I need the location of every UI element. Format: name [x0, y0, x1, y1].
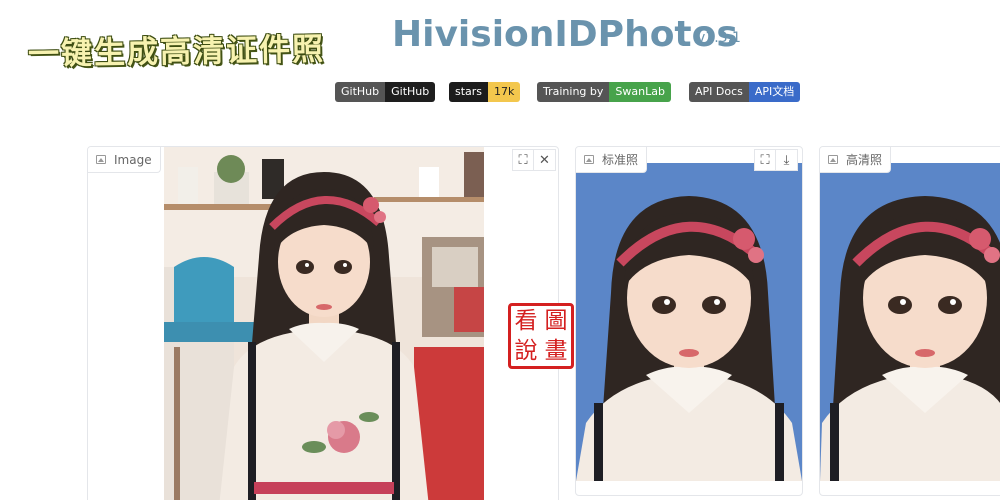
version-label: v1.3.1 [697, 30, 741, 46]
stars-badge[interactable]: stars 17k [449, 82, 521, 102]
seal-char: 說 [514, 337, 538, 364]
standard-photo [576, 163, 802, 481]
input-tools: ⛶ ✕ [512, 149, 556, 171]
hd-photo [820, 163, 1000, 481]
hd-photo-tab: 高清照 [820, 147, 892, 173]
input-photo [164, 147, 484, 500]
download-icon[interactable]: ⤓ [776, 149, 798, 171]
api-docs-badge-label: API Docs [689, 82, 749, 102]
image-icon [828, 155, 838, 164]
standard-tools: ⛶ ⤓ [754, 149, 798, 171]
input-image-tab: Image [88, 147, 161, 173]
standard-photo-tab: 标准照 [576, 147, 648, 173]
hd-photo-panel[interactable]: 高清照 [819, 146, 1000, 496]
github-badge-value: GitHub [385, 82, 436, 102]
fullscreen-icon[interactable]: ⛶ [512, 149, 534, 171]
stars-badge-label: stars [449, 82, 489, 102]
github-badge[interactable]: GitHub GitHub [335, 82, 436, 102]
fullscreen-icon[interactable]: ⛶ [754, 149, 776, 171]
swanlab-badge-value: SwanLab [609, 82, 671, 102]
seal-stamp: 看 圖 說 畫 [508, 303, 574, 369]
app-title: HivisionIDPhotos [392, 14, 738, 55]
api-docs-badge-value: API文档 [748, 82, 801, 102]
standard-photo-label: 标准照 [602, 153, 639, 167]
standard-photo-panel[interactable]: 标准照 ⛶ ⤓ [575, 146, 803, 496]
swanlab-badge[interactable]: Training by SwanLab [537, 82, 671, 102]
image-icon [584, 155, 594, 164]
stars-badge-value: 17k [488, 82, 521, 102]
close-icon[interactable]: ✕ [534, 149, 556, 171]
input-image-panel[interactable]: Image ⛶ ✕ [87, 146, 559, 500]
input-image-label: Image [114, 152, 152, 167]
seal-char: 圖 [544, 307, 568, 334]
slogan-text: 一键生成高清证件照 [27, 31, 326, 73]
seal-char: 看 [514, 307, 538, 334]
swanlab-badge-label: Training by [537, 82, 610, 102]
hd-photo-label: 高清照 [846, 153, 883, 167]
image-icon [96, 155, 106, 164]
seal-char: 畫 [544, 337, 568, 364]
api-docs-badge[interactable]: API Docs API文档 [689, 82, 801, 102]
github-badge-label: GitHub [335, 82, 386, 102]
